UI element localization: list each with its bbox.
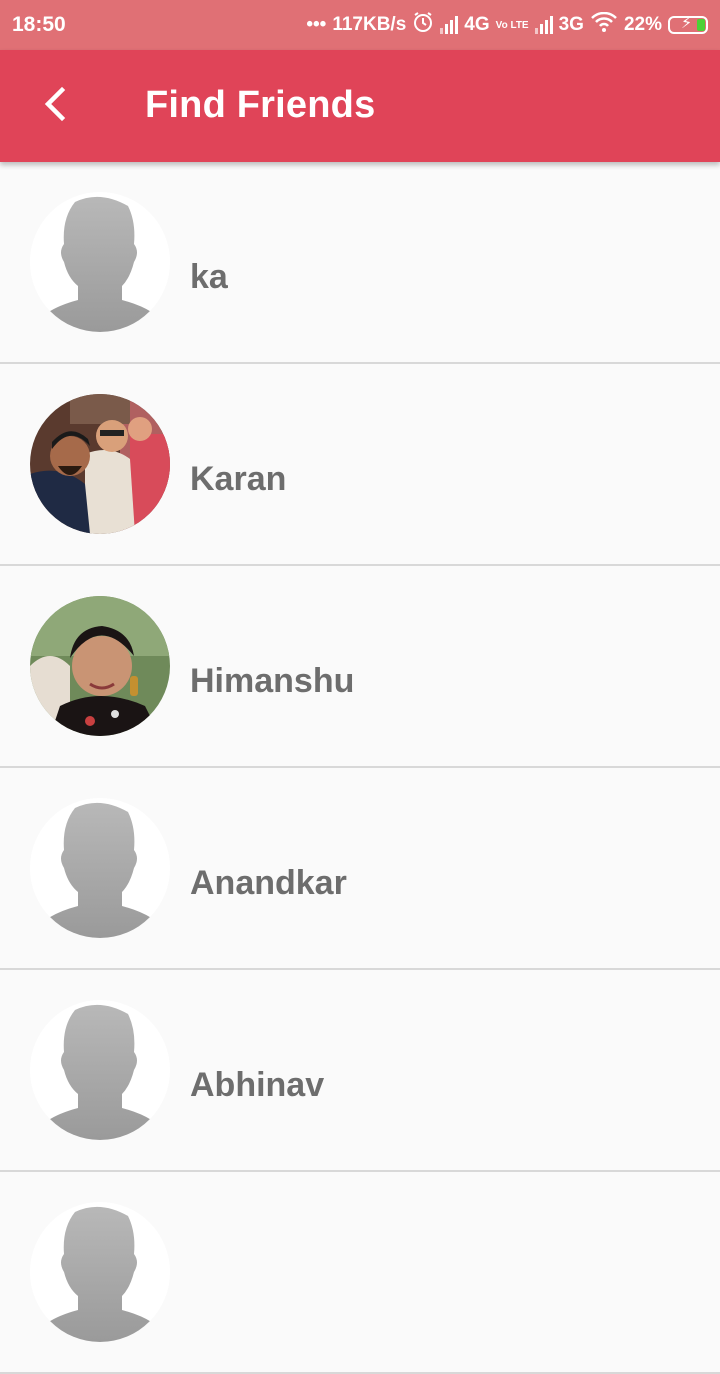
battery-icon: ⚡ bbox=[668, 15, 708, 34]
avatar-default-icon bbox=[30, 1202, 170, 1342]
list-item[interactable]: ka bbox=[0, 162, 720, 364]
status-indicators: ••• 117KB/s 4G Vo LTE 3G 22% ⚡ bbox=[306, 11, 708, 39]
volte-icon: Vo LTE bbox=[495, 19, 529, 31]
avatar-default-icon bbox=[30, 798, 170, 938]
friend-name: Himanshu bbox=[190, 662, 355, 700]
list-item[interactable]: Karan bbox=[0, 364, 720, 566]
signal-icon bbox=[440, 16, 459, 34]
list-item[interactable] bbox=[0, 1172, 720, 1374]
friend-name: Karan bbox=[190, 460, 287, 498]
chevron-left-icon bbox=[44, 86, 66, 122]
list-item[interactable]: Abhinav bbox=[0, 970, 720, 1172]
avatar-default-icon bbox=[30, 1000, 170, 1140]
alarm-icon bbox=[412, 11, 434, 39]
status-bar: 18:50 ••• 117KB/s 4G Vo LTE 3G 22% ⚡ bbox=[0, 0, 720, 50]
list-item[interactable]: Himanshu bbox=[0, 566, 720, 768]
back-button[interactable] bbox=[36, 82, 76, 126]
friend-name: Anandkar bbox=[190, 864, 347, 902]
avatar-photo bbox=[30, 596, 170, 736]
status-time: 18:50 bbox=[12, 13, 66, 36]
friend-name: ka bbox=[190, 258, 228, 296]
friend-name: Abhinav bbox=[190, 1066, 325, 1104]
page-title: Find Friends bbox=[145, 84, 376, 126]
avatar-photo bbox=[30, 394, 170, 534]
network-type-3g: 3G bbox=[558, 14, 584, 35]
battery-percent: 22% bbox=[623, 14, 662, 35]
signal-icon-2 bbox=[534, 16, 553, 34]
network-speed: 117KB/s bbox=[332, 14, 407, 35]
list-item[interactable]: Anandkar bbox=[0, 768, 720, 970]
network-type-4g: 4G bbox=[464, 14, 490, 35]
more-dots-icon: ••• bbox=[306, 14, 327, 35]
app-bar: Find Friends bbox=[0, 50, 720, 162]
wifi-icon bbox=[590, 11, 618, 38]
friends-list: ka Karan Himanshu Anandkar Abhinav bbox=[0, 162, 720, 1374]
avatar-default-icon bbox=[30, 192, 170, 332]
